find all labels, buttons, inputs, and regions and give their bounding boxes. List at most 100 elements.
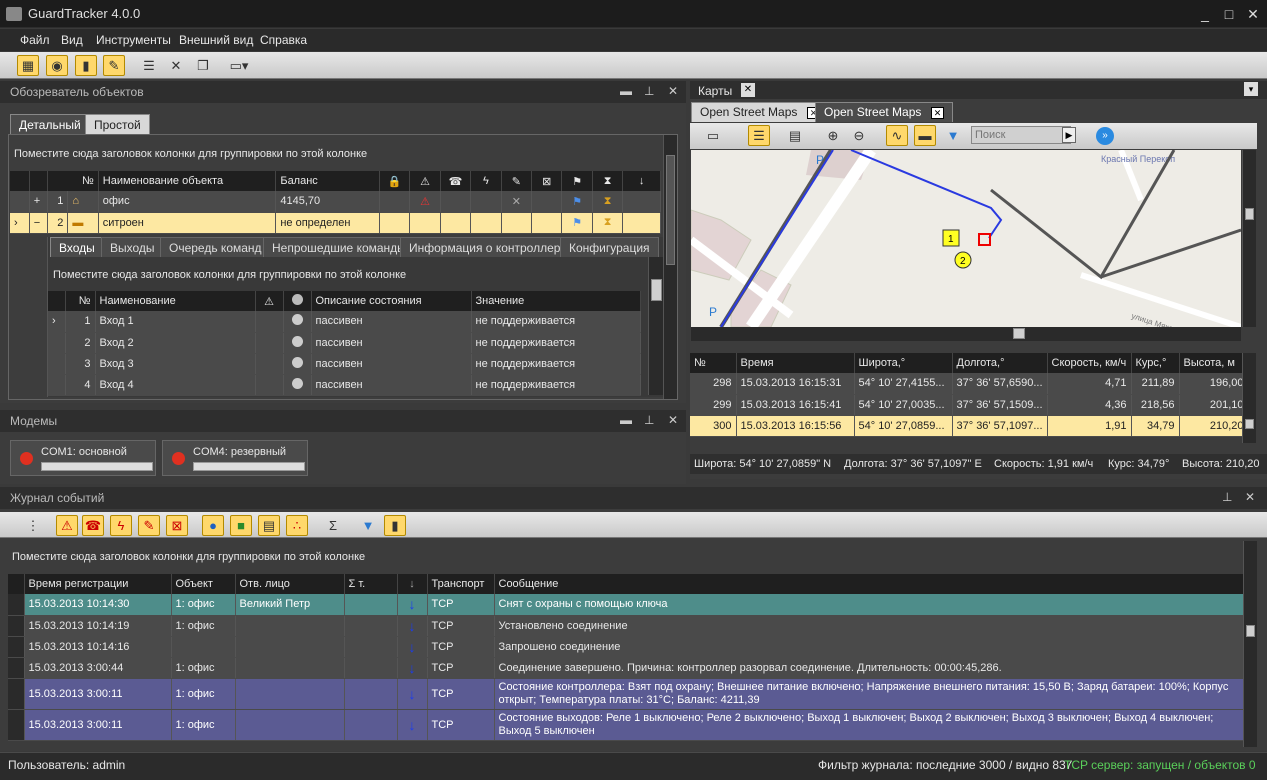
box-icon[interactable]: ⊠ <box>531 171 563 191</box>
col-input-value[interactable]: Значение <box>471 291 641 311</box>
sum-icon[interactable]: Σ <box>322 515 344 536</box>
phone-icon[interactable]: ☎ <box>440 171 472 191</box>
table-row[interactable]: › − 2 ▬ ситроен не определен ⚑ ⧗ <box>10 212 661 234</box>
maps-dropdown-icon[interactable]: ▾ <box>1244 82 1258 96</box>
panel-close-icon[interactable]: ✕ <box>1245 490 1255 504</box>
lightning-icon[interactable]: ϟ <box>470 171 502 191</box>
lightning-filter-icon[interactable]: ϟ <box>110 515 132 536</box>
play-icon[interactable]: » <box>1096 127 1114 145</box>
modem-com4[interactable]: COM4: резервный <box>162 440 308 476</box>
alarm-filter-icon[interactable]: ⚠ <box>56 515 78 536</box>
table-row[interactable]: + 1 ⌂ офис 4145,70 ⚠ ✕ ⚑ ⧗ <box>10 191 661 213</box>
map-search-input[interactable] <box>971 126 1071 144</box>
tree-icon[interactable]: ⋮ <box>22 515 44 536</box>
expand-icon[interactable]: − <box>29 212 49 234</box>
table-row[interactable]: 3 Вход 3 пассивен не поддерживается <box>48 353 641 375</box>
explorer-scrollbar-thumb[interactable] <box>666 155 675 265</box>
table-row[interactable]: 15.03.2013 10:14:19 1: офис ↓ TCP Устано… <box>8 615 1244 637</box>
subtab-command-queue[interactable]: Очередь команд <box>160 237 271 257</box>
col-track-speed[interactable]: Скорость, км/ч <box>1047 353 1132 373</box>
panel-close-icon[interactable]: ✕ <box>668 84 678 98</box>
search-go-icon[interactable]: ▶ <box>1062 127 1076 143</box>
col-track-time[interactable]: Время <box>736 353 855 373</box>
table-row[interactable]: 15.03.2013 3:00:44 1: офис ↓ TCP Соедине… <box>8 657 1244 679</box>
bulb-filter-icon[interactable]: ● <box>202 515 224 536</box>
filter-icon[interactable]: ▼ <box>942 125 964 146</box>
col-number[interactable]: № <box>47 171 99 191</box>
tab-simple[interactable]: Простой <box>85 114 150 134</box>
table-row[interactable]: 299 15.03.2013 16:15:41 54° 10' 27,0035.… <box>690 394 1249 416</box>
menu-help[interactable]: Справка <box>260 33 307 47</box>
col-track-number[interactable]: № <box>690 353 737 373</box>
col-balance[interactable]: Баланс <box>275 171 380 191</box>
subtab-outputs[interactable]: Выходы <box>101 237 164 257</box>
filter-icon[interactable]: ▼ <box>357 515 379 536</box>
map-open-icon[interactable]: ▭ <box>702 125 724 146</box>
settings-filter-icon[interactable]: ▮ <box>384 515 406 536</box>
tools-icon[interactable]: ✕ <box>165 55 187 76</box>
col-track-lat[interactable]: Широта,° <box>854 353 953 373</box>
map-hscrollbar-thumb[interactable] <box>1013 328 1025 339</box>
table-row[interactable]: 4 Вход 4 пассивен не поддерживается <box>48 374 641 396</box>
map-scale-icon[interactable]: ▤ <box>784 125 806 146</box>
zoom-out-icon[interactable]: ⊖ <box>848 125 870 146</box>
alarm-icon[interactable]: ⚠ <box>409 171 441 191</box>
globe-icon[interactable]: ◉ <box>46 55 68 76</box>
col-input-state[interactable]: Описание состояния <box>311 291 472 311</box>
col-person[interactable]: Отв. лицо <box>235 574 345 594</box>
tamper-icon[interactable]: ✎ <box>501 171 533 191</box>
col-name[interactable]: Наименование объекта <box>98 171 277 191</box>
maximize-button[interactable]: □ <box>1220 5 1238 23</box>
tab-detailed[interactable]: Детальный <box>10 114 90 134</box>
journal-scrollbar[interactable] <box>1243 541 1257 747</box>
dots-filter-icon[interactable]: ∴ <box>286 515 308 536</box>
windows-icon[interactable]: ❐ <box>192 55 214 76</box>
panel-menu-icon[interactable]: ▬ <box>620 84 632 98</box>
table-row[interactable]: 15.03.2013 10:14:30 1: офис Великий Петр… <box>8 594 1244 616</box>
zoom-in-icon[interactable]: ⊕ <box>822 125 844 146</box>
panel-close-icon[interactable]: ✕ <box>668 413 678 427</box>
col-reg-time[interactable]: Время регистрации <box>24 574 172 594</box>
table-row[interactable]: 298 15.03.2013 16:15:31 54° 10' 27,4155.… <box>690 373 1249 395</box>
menu-tools[interactable]: Инструменты <box>96 33 171 47</box>
detail-scrollbar-thumb[interactable] <box>651 279 662 301</box>
tab-close-icon[interactable]: ✕ <box>930 107 945 119</box>
database-icon[interactable]: ☰ <box>138 55 160 76</box>
journal-scrollbar-thumb[interactable] <box>1246 625 1255 637</box>
ruler-icon[interactable]: ▬ <box>914 125 936 146</box>
direction-icon[interactable]: ↓ <box>397 574 428 594</box>
col-track-course[interactable]: Курс,° <box>1131 353 1180 373</box>
track-icon[interactable]: ∿ <box>886 125 908 146</box>
box-filter-icon[interactable]: ⊠ <box>166 515 188 536</box>
table-row[interactable]: 300 15.03.2013 16:15:56 54° 10' 27,0859.… <box>690 415 1249 437</box>
alert-icon[interactable]: ⚠ <box>255 291 284 311</box>
col-input-name[interactable]: Наименование <box>95 291 256 311</box>
table-row[interactable]: 2 Вход 2 пассивен не поддерживается <box>48 332 641 354</box>
col-message[interactable]: Сообщение <box>494 574 1244 594</box>
subtab-configuration[interactable]: Конфигурация <box>560 237 659 257</box>
expand-icon[interactable]: + <box>29 191 49 213</box>
table-row[interactable]: 15.03.2013 3:00:11 1: офис ↓ TCP Состоян… <box>8 678 1244 710</box>
col-input-number[interactable]: № <box>65 291 96 311</box>
track-scrollbar-thumb[interactable] <box>1245 419 1254 429</box>
pin-icon[interactable]: ⊥ <box>644 413 654 427</box>
subtab-failed-commands[interactable]: Непрошедшие команды <box>263 237 415 257</box>
phone-filter-icon[interactable]: ☎ <box>82 515 104 536</box>
pin-icon[interactable]: ⊥ <box>1222 490 1232 504</box>
arrow-down-icon[interactable]: ↓ <box>622 171 661 191</box>
minimize-button[interactable]: _ <box>1196 5 1214 23</box>
menu-file[interactable]: Файл <box>20 33 50 47</box>
subtab-inputs[interactable]: Входы <box>50 237 104 257</box>
lock-icon[interactable]: 🔒 <box>379 171 411 191</box>
modem-com1[interactable]: COM1: основной <box>10 440 156 476</box>
col-sum[interactable]: Σ т. <box>344 574 398 594</box>
lock-filter-icon[interactable]: ■ <box>230 515 252 536</box>
flag-icon[interactable]: ⚑ <box>561 171 593 191</box>
panel-menu-icon[interactable]: ▬ <box>620 413 632 427</box>
explorer-scrollbar[interactable] <box>663 135 677 399</box>
close-button[interactable]: ✕ <box>1244 5 1262 23</box>
detail-scrollbar[interactable] <box>648 257 664 395</box>
device-icon[interactable]: ▮ <box>75 55 97 76</box>
calendar-icon[interactable]: ▦ <box>17 55 39 76</box>
notes-icon[interactable]: ✎ <box>103 55 125 76</box>
